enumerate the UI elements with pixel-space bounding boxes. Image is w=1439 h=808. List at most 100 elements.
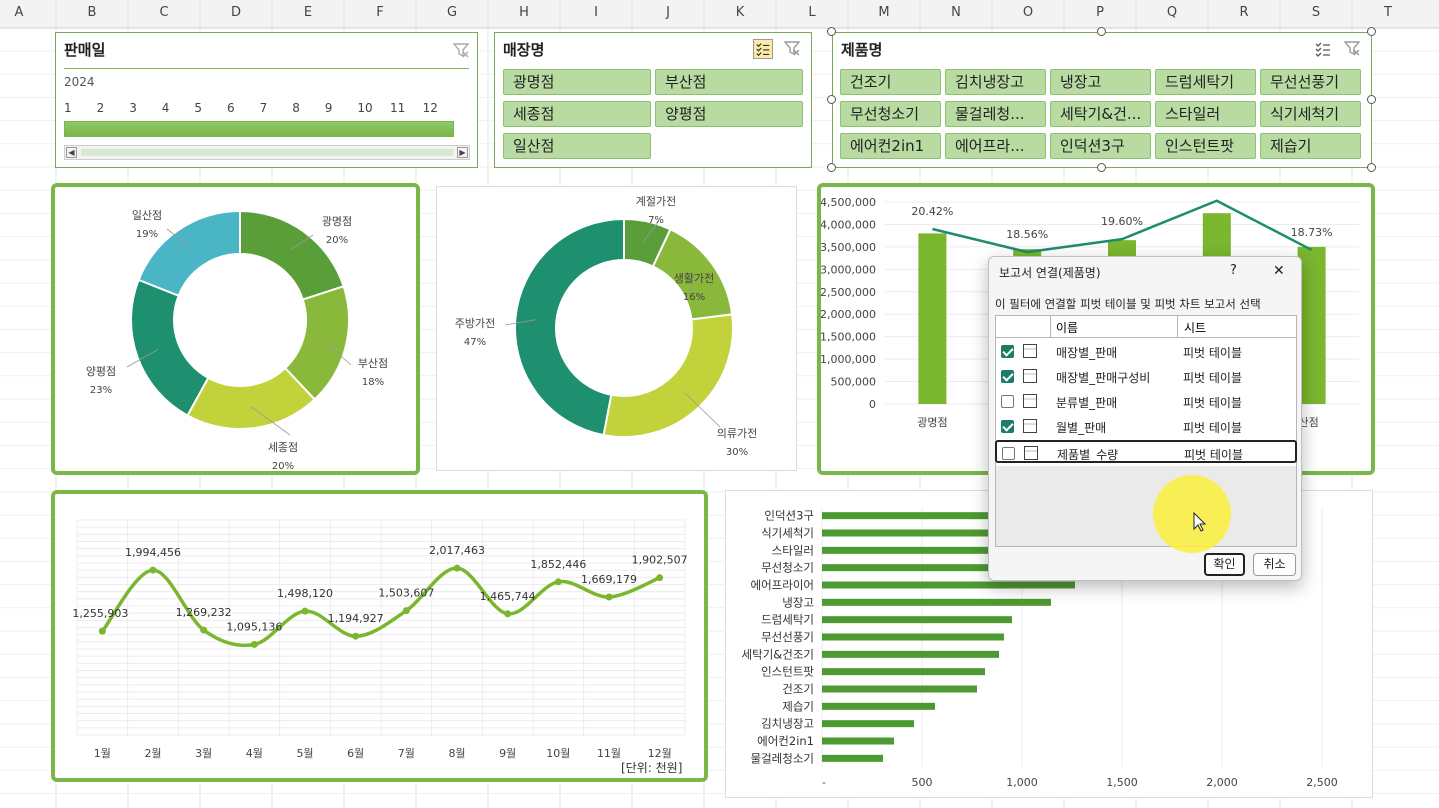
timeline-month-label[interactable]: 8 <box>292 101 300 115</box>
connection-row[interactable]: 매장별_판매 피벗 테이블 <box>996 340 1296 363</box>
resize-handle[interactable] <box>1367 95 1376 104</box>
timeline-month-label[interactable]: 3 <box>129 101 137 115</box>
product-item-button[interactable]: 인스턴트팟 <box>1155 133 1256 159</box>
help-button[interactable]: ? <box>1230 263 1237 278</box>
timeline-month-label[interactable]: 1 <box>64 101 72 115</box>
resize-handle[interactable] <box>827 27 836 36</box>
product-item-button[interactable]: 식기세척기 <box>1260 101 1361 127</box>
column-header-N[interactable]: N <box>926 5 986 20</box>
y-tick-label: 2,000,000 <box>821 308 876 321</box>
resize-handle[interactable] <box>1367 27 1376 36</box>
row-checkbox[interactable] <box>1002 447 1015 460</box>
row-checkbox[interactable] <box>1001 370 1014 383</box>
product-item-button[interactable]: 세탁기&건... <box>1050 101 1151 127</box>
column-header-E[interactable]: E <box>278 5 338 20</box>
timeline-month-label[interactable]: 12 <box>423 101 438 115</box>
x-tick-label: 7월 <box>398 747 415 760</box>
monthly-sales-chart[interactable]: 1,255,903 1월 1,994,456 2월 1,269,232 3월 1,095,1… <box>51 490 708 782</box>
column-header-S[interactable]: S <box>1286 5 1346 20</box>
close-icon[interactable]: ✕ <box>1273 263 1285 279</box>
filter-clear-icon[interactable] <box>1343 39 1361 57</box>
resize-handle[interactable] <box>1097 163 1106 172</box>
col-sheet-header[interactable]: 시트 <box>1184 319 1206 336</box>
resize-handle[interactable] <box>827 95 836 104</box>
resize-handle[interactable] <box>827 163 836 172</box>
connection-row[interactable]: 제품별_수량 피벗 테이블 <box>995 440 1297 463</box>
store-item-button[interactable]: 부산점 <box>655 69 803 95</box>
store-item-button[interactable]: 세종점 <box>503 101 651 127</box>
date-timeline-slicer[interactable]: 판매일 2024 1 2 3 4 5 6 7 8 9 10 11 12 ◀ ▶ <box>55 32 478 168</box>
timeline-month-label[interactable]: 10 <box>357 101 372 115</box>
column-header-R[interactable]: R <box>1214 5 1274 20</box>
column-header-F[interactable]: F <box>350 5 410 20</box>
multiselect-icon[interactable] <box>1313 39 1333 59</box>
column-header-B[interactable]: B <box>62 5 122 20</box>
column-header-L[interactable]: L <box>782 5 842 20</box>
cancel-button[interactable]: 취소 <box>1253 553 1296 576</box>
row-checkbox[interactable] <box>1001 345 1014 358</box>
column-header-J[interactable]: J <box>638 5 698 20</box>
timeline-month-label[interactable]: 6 <box>227 101 235 115</box>
product-item-button[interactable]: 스타일러 <box>1155 101 1256 127</box>
store-share-chart[interactable]: 광명점 20% 부산점 18% 세종점 20% 양평점 23% 일산점 19% <box>51 183 420 475</box>
product-item-button[interactable]: 물걸레청... <box>945 101 1046 127</box>
timeline-month-label[interactable]: 2 <box>97 101 105 115</box>
column-header-H[interactable]: H <box>494 5 554 20</box>
resize-handle[interactable] <box>1097 27 1106 36</box>
timeline-month-label[interactable]: 5 <box>194 101 202 115</box>
slice-pct-label: 30% <box>726 447 748 458</box>
category-share-chart[interactable]: 계절가전 7% 생활가전 16% 의류가전 30% 주방가전 47% <box>436 186 797 471</box>
column-header-M[interactable]: M <box>854 5 914 20</box>
connection-row[interactable]: 분류별_판매 피벗 테이블 <box>996 390 1296 413</box>
filter-clear-icon[interactable] <box>452 41 470 59</box>
product-item-button[interactable]: 제습기 <box>1260 133 1361 159</box>
column-header-P[interactable]: P <box>1070 5 1130 20</box>
product-item-button[interactable]: 무선선풍기 <box>1260 69 1361 95</box>
product-item-button[interactable]: 에어컨2in1 <box>840 133 941 159</box>
timeline-month-label[interactable]: 11 <box>390 101 405 115</box>
column-header-D[interactable]: D <box>206 5 266 20</box>
column-header-C[interactable]: C <box>134 5 194 20</box>
timeline-month-label[interactable]: 9 <box>325 101 333 115</box>
col-name-header[interactable]: 이름 <box>1056 319 1078 336</box>
row-checkbox[interactable] <box>1001 395 1014 408</box>
report-connections-dialog[interactable]: 보고서 연결(제품명) ? ✕ 이 필터에 연결할 피벗 테이블 및 피벗 차트… <box>988 256 1302 581</box>
filter-clear-icon[interactable] <box>783 39 801 57</box>
column-header-Q[interactable]: Q <box>1142 5 1202 20</box>
product-item-button[interactable]: 김치냉장고 <box>945 69 1046 95</box>
product-item-button[interactable]: 에어프라... <box>945 133 1046 159</box>
product-slicer[interactable]: 제품명 건조기 김치냉장고 냉장고 드럼세탁기 무선선풍기 무선청소기 물걸레청... 세탁기… <box>832 32 1372 168</box>
store-item-button[interactable]: 일산점 <box>503 133 651 159</box>
store-item-button[interactable]: 양평점 <box>655 101 803 127</box>
store-item-button[interactable]: 광명점 <box>503 69 651 95</box>
product-item-button[interactable]: 건조기 <box>840 69 941 95</box>
column-header-O[interactable]: O <box>998 5 1058 20</box>
column-header-G[interactable]: G <box>422 5 482 20</box>
ok-button[interactable]: 확인 <box>1204 553 1245 576</box>
scroll-left-arrow[interactable]: ◀ <box>66 147 77 158</box>
scroll-thumb[interactable] <box>81 149 453 156</box>
timeline-month-label[interactable]: 4 <box>162 101 170 115</box>
scroll-right-arrow[interactable]: ▶ <box>457 147 468 158</box>
connections-list[interactable]: 이름 시트 매장별_판매 피벗 테이블 매장별_판매구성비 피벗 테이블 분류별_판매 피… <box>995 315 1297 547</box>
bar <box>822 737 894 745</box>
connection-row[interactable]: 매장별_판매구성비 피벗 테이블 <box>996 365 1296 388</box>
product-item-button[interactable]: 인덕션3구 <box>1050 133 1151 159</box>
timeline-scrollbar[interactable]: ◀ ▶ <box>64 145 470 160</box>
data-label: 1,498,120 <box>277 587 333 600</box>
timeline-month-label[interactable]: 7 <box>260 101 268 115</box>
y-tick-label: 세탁기&건조기 <box>742 647 814 661</box>
row-checkbox[interactable] <box>1001 420 1014 433</box>
connection-row[interactable]: 월별_판매 피벗 테이블 <box>996 415 1296 438</box>
product-item-button[interactable]: 드럼세탁기 <box>1155 69 1256 95</box>
column-header-K[interactable]: K <box>710 5 770 20</box>
column-header-I[interactable]: I <box>566 5 626 20</box>
timeline-bar[interactable] <box>64 121 454 137</box>
product-item-button[interactable]: 냉장고 <box>1050 69 1151 95</box>
column-header-T[interactable]: T <box>1358 5 1418 20</box>
resize-handle[interactable] <box>1367 163 1376 172</box>
multiselect-icon[interactable] <box>753 39 773 59</box>
product-item-button[interactable]: 무선청소기 <box>840 101 941 127</box>
column-header-A[interactable]: A <box>0 5 49 20</box>
store-slicer[interactable]: 매장명 광명점 부산점 세종점 양평점 일산점 <box>494 32 812 168</box>
